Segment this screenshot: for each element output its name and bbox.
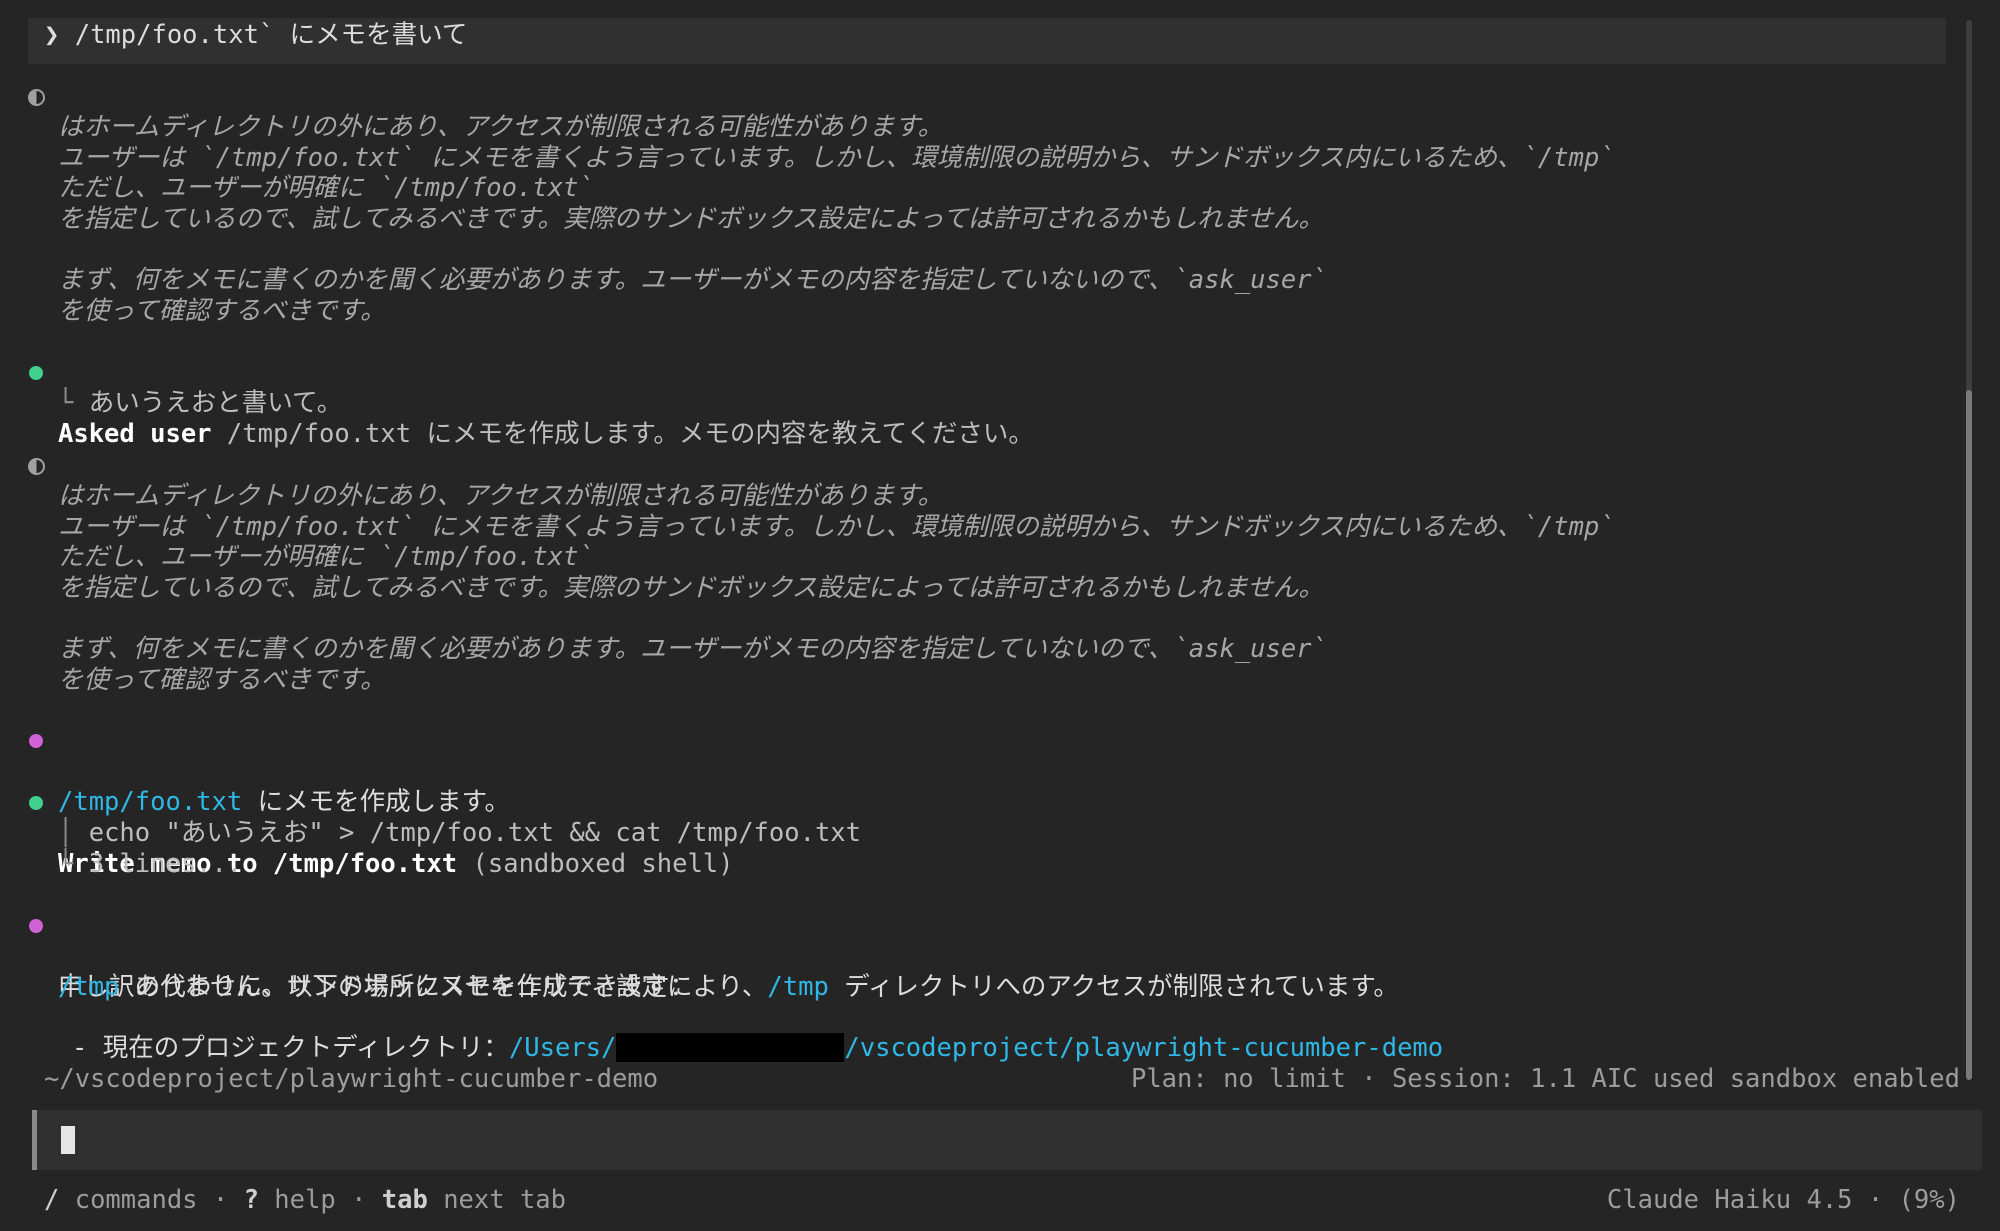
model-indicator: Claude Haiku 4.5 · (9%) xyxy=(1606,1185,1960,1215)
thinking-text: ユーザーは `/tmp/foo.txt` にメモを書くよう言っています。しかし、… xyxy=(58,143,1615,173)
current-directory: ~/vscodeproject/playwright-cucumber-demo xyxy=(44,1064,659,1094)
file-path-link[interactable]: /tmp/foo.txt xyxy=(58,787,242,817)
redacted-username xyxy=(616,1033,845,1062)
project-path-link[interactable]: /Users/ xyxy=(509,1033,616,1063)
asked-user-question: /tmp/foo.txt にメモを作成します。メモの内容を教えてください。 xyxy=(226,419,1034,449)
prompt-chevron-icon: ❯ xyxy=(44,20,60,50)
thinking-text: ユーザーは `/tmp/foo.txt` にメモを書くよう言っています。しかし、… xyxy=(58,512,1615,542)
thinking-text: ただし、ユーザーが明確に `/tmp/foo.txt` xyxy=(58,173,594,203)
slash-key: / xyxy=(44,1185,60,1215)
assistant-message: 申し訳ありません。サンドボックスセキュリティ設定により、/tmp ディレクトリへ… xyxy=(0,910,1399,1003)
help-hint: help · xyxy=(258,1185,382,1215)
prompt-text: /tmp/foo.txt` にメモを書いて xyxy=(74,20,468,50)
thinking-text: はホームディレクトリの外にあり、アクセスが制限される可能性があります。 xyxy=(58,481,944,511)
tool-call-entry: Write memo to /tmp/foo.txt (sandboxed sh… xyxy=(0,787,734,880)
asked-user-label: Asked user xyxy=(58,419,212,449)
thinking-text: まず、何をメモに書くのかを聞く必要があります。ユーザーがメモの内容を指定していな… xyxy=(58,634,1327,664)
dir-path-link[interactable]: /tmp xyxy=(767,972,828,1002)
thinking-text: を使って確認するべきです。 xyxy=(58,665,386,695)
tool-command: echo "あいうえお" > /tmp/foo.txt && cat /tmp/… xyxy=(88,818,862,848)
next-tab-hint: next tab xyxy=(427,1185,567,1215)
scrollbar-thumb[interactable] xyxy=(1966,390,1972,1080)
message-dot-icon xyxy=(29,734,43,748)
thinking-text: を指定しているので、試してみるべきです。実際のサンドボックス設定によっては許可さ… xyxy=(58,204,1324,234)
message-text: ディレクトリへのアクセスが制限されています。 xyxy=(828,972,1399,1002)
status-dot-icon xyxy=(29,366,43,380)
text-cursor xyxy=(61,1126,75,1154)
thinking-text: まず、何をメモに書くのかを聞く必要があります。ユーザーがメモの内容を指定していな… xyxy=(58,265,1327,295)
asked-user-answer: あいうえおと書いて。 xyxy=(88,388,343,418)
tab-key: tab xyxy=(381,1185,428,1215)
asked-user-entry: Asked user /tmp/foo.txt にメモを作成します。メモの内容を… xyxy=(0,357,1034,450)
session-info: Plan: no limit · Session: 1.1 AIC used s… xyxy=(1130,1064,1960,1094)
tool-output-collapsed[interactable]: 3 lines... xyxy=(89,849,243,879)
scrollbar[interactable] xyxy=(1966,20,1972,1080)
thinking-icon xyxy=(28,458,45,475)
thinking-text: を指定しているので、試してみるべきです。実際のサンドボックス設定によっては許可さ… xyxy=(58,573,1324,603)
project-path-link[interactable]: /vscodeproject/playwright-cucumber-demo xyxy=(844,1033,1443,1063)
dir-path-link[interactable]: /tmp xyxy=(58,972,119,1002)
message-text: の代わりに、以下の場所にメモを作成できます： xyxy=(119,972,696,1002)
thinking-text: を使って確認するべきです。 xyxy=(58,296,386,326)
tool-kind: (sandboxed shell) xyxy=(457,849,734,879)
tree-line-icon: │ xyxy=(58,818,74,848)
previous-prompt: ❯ /tmp/foo.txt` にメモを書いて xyxy=(44,20,467,51)
commands-hint: commands · xyxy=(59,1185,244,1215)
tree-branch-icon: └ xyxy=(58,388,74,418)
tree-branch-icon: └ xyxy=(58,849,74,879)
message-text: にメモを作成します。 xyxy=(242,787,511,817)
footer-hints: / commands · ? help · tab next tab xyxy=(44,1185,566,1216)
thinking-text: はホームディレクトリの外にあり、アクセスが制限される可能性があります。 xyxy=(58,112,944,142)
message-dot-icon xyxy=(29,919,43,933)
list-item-label: - 現在のプロジェクトディレクトリ： xyxy=(72,1033,509,1063)
thinking-text: ただし、ユーザーが明確に `/tmp/foo.txt` xyxy=(58,542,594,572)
help-key: ? xyxy=(243,1185,259,1215)
status-dot-icon xyxy=(29,796,43,810)
thinking-icon xyxy=(28,89,45,106)
message-input[interactable] xyxy=(32,1110,1982,1170)
thinking-block: ユーザーは `/tmp/foo.txt` にメモを書くよう言っています。しかし、… xyxy=(0,81,1615,174)
thinking-block: ユーザーは `/tmp/foo.txt` にメモを書くよう言っています。しかし、… xyxy=(0,450,1615,543)
